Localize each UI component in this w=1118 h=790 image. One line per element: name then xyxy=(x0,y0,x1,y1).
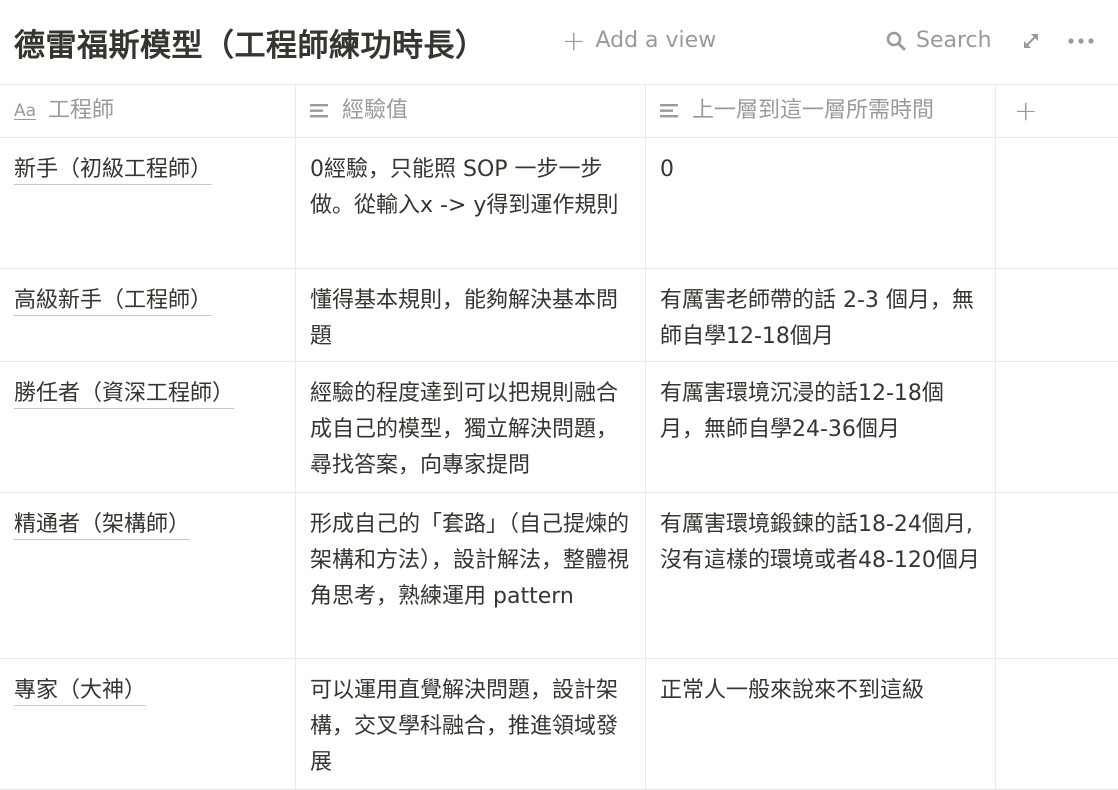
row-title[interactable]: 新手（初級工程師） xyxy=(14,157,213,185)
cell-engineer[interactable]: 專家（大神） xyxy=(0,659,296,789)
row-title[interactable]: 勝任者（資深工程師） xyxy=(14,381,235,409)
cell-empty xyxy=(996,659,1118,789)
plus-icon: + xyxy=(562,23,586,57)
table-header-row: Aa 工程師 經驗值 上一層到這一層所需時間 + xyxy=(0,84,1118,138)
table-row: 新手（初級工程師） 0經驗，只能照 SOP 一步一步做。從輸入x -> y得到運… xyxy=(0,138,1118,269)
row-title[interactable]: 精通者（架構師） xyxy=(14,512,191,540)
table-row: 勝任者（資深工程師） 經驗的程度達到可以把規則融合成自己的模型，獨立解決問題，尋… xyxy=(0,362,1118,493)
cell-experience[interactable]: 0經驗，只能照 SOP 一步一步做。從輸入x -> y得到運作規則 xyxy=(296,138,646,268)
column-header-time[interactable]: 上一層到這一層所需時間 xyxy=(646,85,996,137)
add-view-label: Add a view xyxy=(595,28,717,53)
cell-engineer[interactable]: 新手（初級工程師） xyxy=(0,138,296,268)
column-header-engineer[interactable]: Aa 工程師 xyxy=(0,85,296,137)
cell-engineer[interactable]: 高級新手（工程師） xyxy=(0,269,296,361)
table-row: 精通者（架構師） 形成自己的「套路」（自己提煉的架構和方法），設計解法，整體視角… xyxy=(0,493,1118,659)
cell-time[interactable]: 正常人一般來說來不到這級 xyxy=(646,659,996,789)
search-button[interactable]: Search xyxy=(886,28,992,53)
cell-empty xyxy=(996,362,1118,492)
row-title[interactable]: 高級新手（工程師） xyxy=(14,288,213,316)
table-row: 高級新手（工程師） 懂得基本規則，能夠解決基本問題 有厲害老師帶的話 2-3 個… xyxy=(0,269,1118,362)
text-lines-icon xyxy=(660,104,678,118)
row-title[interactable]: 專家（大神） xyxy=(14,678,147,706)
search-label: Search xyxy=(916,28,992,53)
column-header-label: 上一層到這一層所需時間 xyxy=(692,98,935,123)
cell-experience[interactable]: 可以運用直覺解決問題，設計架構，交叉學科融合，推進領域發展 xyxy=(296,659,646,789)
cell-experience[interactable]: 經驗的程度達到可以把規則融合成自己的模型，獨立解決問題，尋找答案，向專家提問 xyxy=(296,362,646,492)
cell-time[interactable]: 有厲害環境鍛鍊的話18-24個月, 沒有這樣的環境或者48-120個月 xyxy=(646,493,996,658)
cell-engineer[interactable]: 勝任者（資深工程師） xyxy=(0,362,296,492)
cell-empty xyxy=(996,269,1118,361)
cell-experience[interactable]: 形成自己的「套路」（自己提煉的架構和方法），設計解法，整體視角思考，熟練運用 p… xyxy=(296,493,646,658)
cell-empty xyxy=(996,493,1118,658)
database-title[interactable]: 德雷福斯模型（工程師練功時長） xyxy=(14,20,487,65)
table-row: 專家（大神） 可以運用直覺解決問題，設計架構，交叉學科融合，推進領域發展 正常人… xyxy=(0,659,1118,790)
cell-empty xyxy=(996,138,1118,268)
cell-experience[interactable]: 懂得基本規則，能夠解決基本問題 xyxy=(296,269,646,361)
column-header-label: 工程師 xyxy=(48,98,115,123)
title-aa-icon: Aa xyxy=(14,101,37,121)
column-header-label: 經驗值 xyxy=(342,98,409,123)
cell-time[interactable]: 有厲害老師帶的話 2-3 個月，無師自學12-18個月 xyxy=(646,269,996,361)
cell-engineer[interactable]: 精通者（架構師） xyxy=(0,493,296,658)
cell-time[interactable]: 有厲害環境沉浸的話12-18個月，無師自學24-36個月 xyxy=(646,362,996,492)
more-options-icon[interactable] xyxy=(1066,30,1096,52)
search-icon xyxy=(886,31,906,50)
database-header: 德雷福斯模型（工程師練功時長） + Add a view Search xyxy=(0,0,1118,84)
add-property-button[interactable]: + xyxy=(996,85,1118,137)
expand-icon[interactable] xyxy=(1020,30,1042,52)
text-lines-icon xyxy=(310,104,328,118)
database-table: Aa 工程師 經驗值 上一層到這一層所需時間 + 新手（初級工程師） 0經驗，只… xyxy=(0,84,1118,790)
column-header-experience[interactable]: 經驗值 xyxy=(296,85,646,137)
cell-time[interactable]: 0 xyxy=(646,138,996,268)
add-view-button[interactable]: + Add a view xyxy=(562,23,717,57)
